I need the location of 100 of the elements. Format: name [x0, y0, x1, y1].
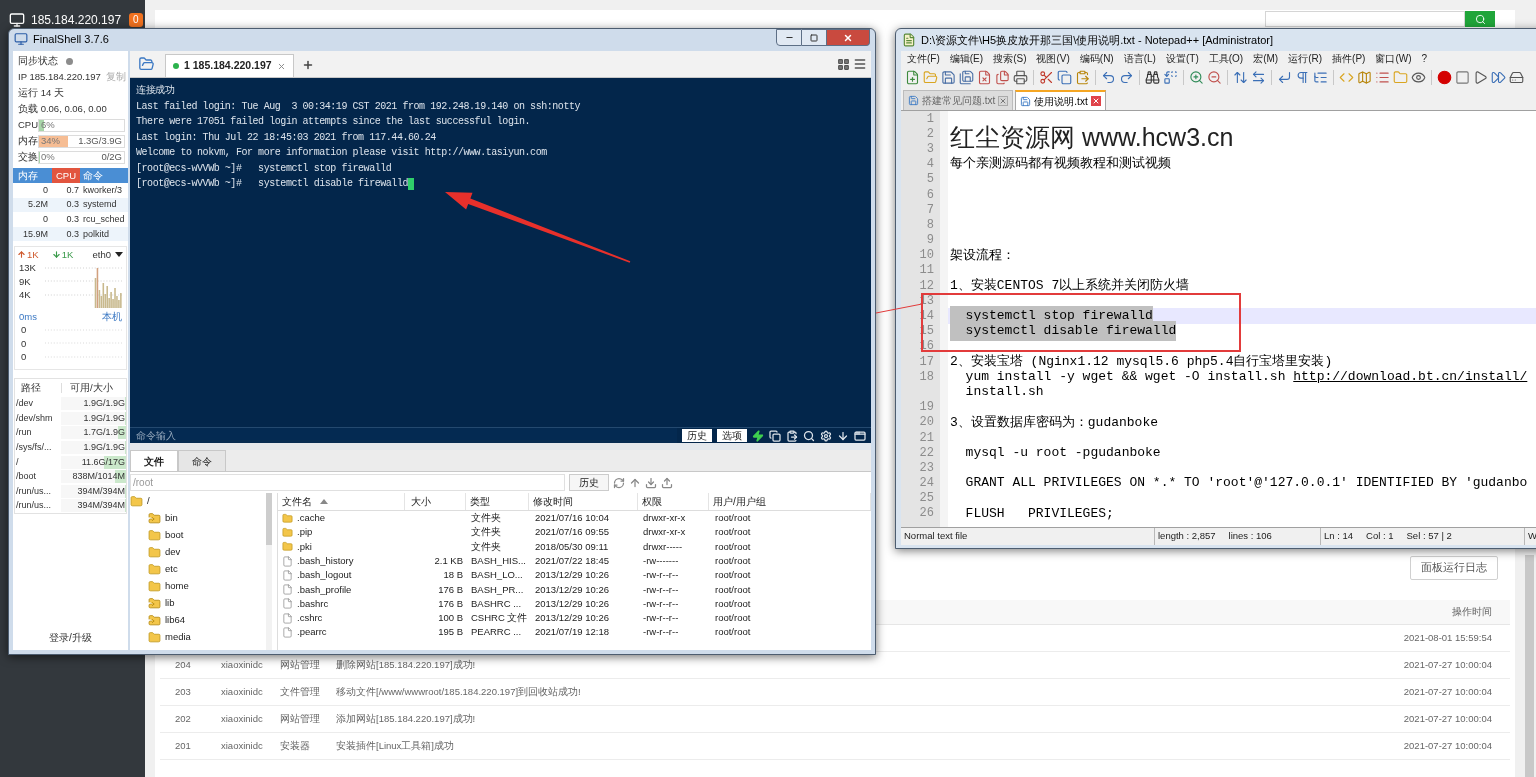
eye-icon[interactable]	[1411, 69, 1426, 85]
menu-item[interactable]: 宏(M)	[1248, 51, 1284, 66]
redo-icon[interactable]	[1119, 69, 1134, 85]
close-tab-icon[interactable]	[998, 95, 1009, 106]
files-icon[interactable]	[995, 69, 1010, 85]
column-header[interactable]: 用户/用户组	[709, 493, 871, 510]
menu-item[interactable]: ?	[1416, 51, 1433, 66]
command-bar-button[interactable]: 选项	[717, 429, 747, 442]
record-icon[interactable]	[1437, 69, 1452, 85]
grid-icon[interactable]	[837, 58, 850, 71]
session-tab[interactable]: 1 185.184.220.197	[165, 54, 294, 77]
file-tab[interactable]: 使用说明.txt	[1015, 90, 1106, 110]
clipboard-icon[interactable]	[1075, 69, 1090, 85]
map-icon[interactable]	[1357, 69, 1372, 85]
lightning-icon[interactable]	[752, 429, 764, 442]
tree-item[interactable]: bin	[148, 510, 266, 527]
dropdown-caret-icon[interactable]	[115, 251, 123, 257]
stop-icon[interactable]	[1455, 69, 1470, 85]
list-tree-icon[interactable]	[1313, 69, 1328, 85]
history-button[interactable]: 历史	[569, 474, 609, 491]
tree-item[interactable]: lib64	[148, 612, 266, 629]
save-icon[interactable]	[941, 69, 956, 85]
minimize-button[interactable]	[776, 29, 802, 46]
close-tab-icon[interactable]	[1090, 96, 1101, 106]
file-plus-icon[interactable]	[905, 69, 920, 85]
download-icon[interactable]	[645, 476, 657, 489]
zoom-in-icon[interactable]	[1189, 69, 1204, 85]
menu-item[interactable]: 工具(O)	[1203, 51, 1249, 66]
column-header[interactable]: 大小	[405, 493, 466, 510]
fast-forward-icon[interactable]	[1491, 69, 1506, 85]
tree-item[interactable]: media	[148, 629, 266, 646]
undo-icon[interactable]	[1101, 69, 1116, 85]
tree-item[interactable]: dev	[148, 544, 266, 561]
down-arrow-icon[interactable]	[837, 429, 849, 442]
column-header[interactable]: 文件名	[278, 493, 405, 510]
line-number: 3	[925, 141, 935, 157]
tree-item[interactable]: /	[130, 493, 266, 510]
column-header[interactable]: 类型	[466, 493, 529, 510]
upload-icon[interactable]	[661, 476, 673, 489]
search-icon[interactable]	[803, 429, 815, 442]
line-number: 10	[918, 247, 935, 263]
scissors-icon[interactable]	[1039, 69, 1054, 85]
menu-item[interactable]: 语言(L)	[1118, 51, 1161, 66]
menu-item[interactable]: 运行(R)	[1283, 51, 1328, 66]
search-button[interactable]	[1465, 11, 1495, 27]
url-link[interactable]: http://download.bt.cn/install/	[1293, 369, 1528, 385]
binoculars-icon[interactable]	[1145, 69, 1160, 85]
folder-open-icon[interactable]	[137, 56, 156, 72]
column-header[interactable]: CPU	[52, 168, 80, 183]
search-field[interactable]	[1265, 11, 1465, 27]
menu-item[interactable]: 设置(T)	[1160, 51, 1204, 66]
menu-item[interactable]: 编码(N)	[1074, 51, 1119, 66]
up-arrow-icon[interactable]	[629, 476, 641, 489]
save-all-icon[interactable]	[959, 69, 974, 85]
file-x-icon[interactable]	[977, 69, 992, 85]
vertical-arrows-icon[interactable]	[1233, 69, 1248, 85]
menu-item[interactable]: 文件(F)	[902, 51, 945, 66]
close-icon[interactable]	[276, 61, 286, 71]
window-icon[interactable]	[854, 429, 866, 442]
menu-item[interactable]: 插件(P)	[1327, 51, 1371, 66]
scrollbar-thumb[interactable]	[1525, 555, 1534, 777]
panel-tab[interactable]: 命令	[178, 450, 226, 471]
tree-item[interactable]: lib	[148, 595, 266, 612]
clipboard-icon[interactable]	[786, 429, 798, 442]
tree-item[interactable]: boot	[148, 527, 266, 544]
menu-item[interactable]: 搜索(S)	[988, 51, 1032, 66]
panel-log-button[interactable]: 面板运行日志	[1410, 556, 1498, 580]
zoom-out-icon[interactable]	[1207, 69, 1222, 85]
play-icon[interactable]	[1473, 69, 1488, 85]
interface-name[interactable]: eth0	[92, 249, 111, 260]
menu-item[interactable]: 编辑(E)	[944, 51, 989, 66]
column-header[interactable]: 修改时间	[529, 493, 638, 510]
column-header[interactable]: 权限	[638, 493, 709, 510]
list-icon[interactable]	[1375, 69, 1390, 85]
tree-item[interactable]: home	[148, 578, 266, 595]
scrollbar-thumb[interactable]	[266, 493, 272, 545]
panel-tab[interactable]: 文件	[130, 450, 178, 471]
close-button[interactable]	[827, 29, 870, 46]
maximize-button[interactable]	[802, 29, 827, 46]
menu-item[interactable]: 视图(V)	[1031, 51, 1075, 66]
column-header[interactable]: 路径	[15, 383, 61, 393]
host-label[interactable]: 本机	[102, 311, 122, 322]
tree-item[interactable]: etc	[148, 561, 266, 578]
menu-icon[interactable]	[853, 57, 867, 71]
refresh-icon[interactable]	[613, 476, 625, 489]
horizontal-arrows-icon[interactable]	[1251, 69, 1266, 85]
command-input[interactable]: 命令输入	[130, 428, 677, 443]
pilcrow-icon[interactable]	[1295, 69, 1310, 85]
menu-item[interactable]: 窗口(W)	[1370, 51, 1417, 66]
copy-icon[interactable]	[769, 429, 781, 442]
column-header[interactable]: 可用/大小	[61, 383, 126, 393]
settings-icon[interactable]	[820, 429, 832, 442]
drive-icon[interactable]	[1509, 69, 1524, 85]
return-arrow-icon[interactable]	[1277, 69, 1292, 85]
printer-icon[interactable]	[1013, 69, 1028, 85]
command-bar-button[interactable]: 历史	[682, 429, 712, 442]
file-tab[interactable]: 搭建常见问题.txt	[903, 90, 1014, 110]
plus-icon[interactable]	[301, 59, 314, 71]
file-icon	[282, 555, 293, 567]
login-upgrade-link[interactable]: 登录/升级	[49, 633, 92, 643]
